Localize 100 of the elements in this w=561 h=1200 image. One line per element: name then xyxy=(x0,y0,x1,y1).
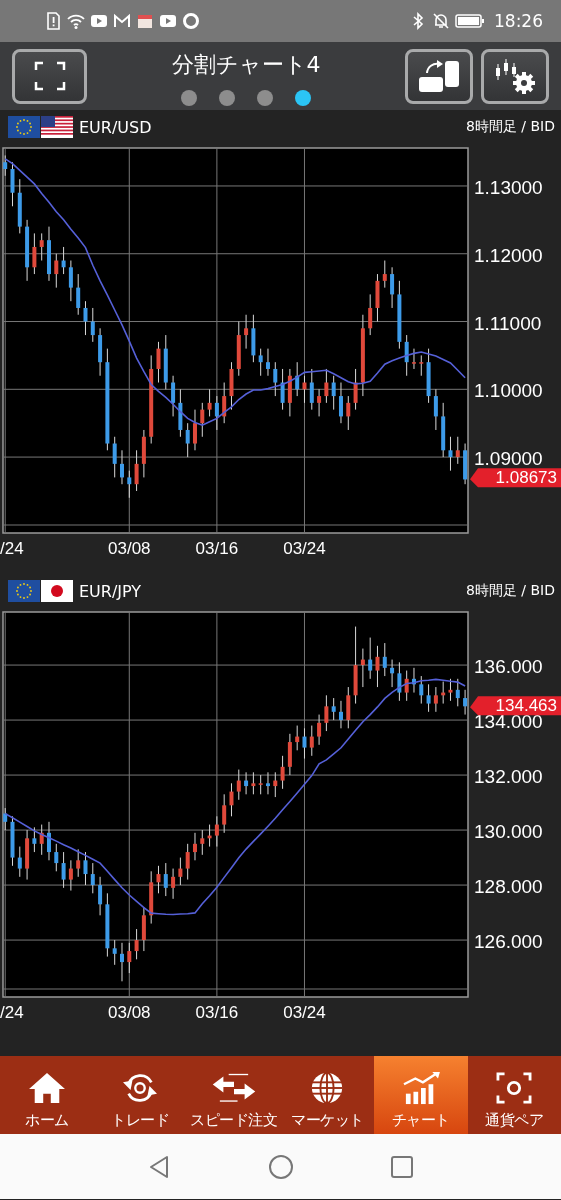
candlestick xyxy=(222,382,227,424)
nav-tab[interactable]: ホーム xyxy=(0,1056,94,1134)
candlestick xyxy=(360,648,365,688)
axis-label: 1.13000 xyxy=(474,176,543,198)
candlestick xyxy=(120,449,124,485)
axis-label: /24 xyxy=(0,539,24,558)
candlestick xyxy=(193,409,197,451)
candlestick xyxy=(17,846,22,878)
candlestick xyxy=(441,681,446,705)
candlestick xyxy=(448,678,453,702)
candlestick xyxy=(76,273,81,316)
candlestick xyxy=(127,470,132,499)
home-circle-icon[interactable] xyxy=(267,1153,294,1180)
chart-settings-button[interactable] xyxy=(481,48,549,104)
price-badge: 134.463 xyxy=(470,696,561,716)
axis-label: 03/08 xyxy=(108,539,151,558)
candlestick xyxy=(134,928,139,960)
candlestick xyxy=(251,771,256,795)
candlestick xyxy=(156,341,161,383)
candlestick xyxy=(214,815,219,848)
candlestick xyxy=(404,334,409,377)
candlestick xyxy=(68,260,73,302)
candlestick xyxy=(324,694,329,732)
nav-tab[interactable]: トレード xyxy=(93,1056,187,1134)
wifi-icon xyxy=(67,12,85,30)
candlestick xyxy=(302,375,307,404)
arrows-icon xyxy=(210,1071,257,1105)
axis-label: 03/08 xyxy=(108,1003,151,1022)
candlestick xyxy=(463,443,468,485)
candlestick xyxy=(171,375,176,417)
candlestick xyxy=(163,334,168,390)
axis-label: 03/24 xyxy=(283,1003,326,1022)
play-icon xyxy=(159,12,177,30)
rotate-button[interactable] xyxy=(405,48,473,104)
candlestick xyxy=(193,832,197,861)
recents-icon[interactable] xyxy=(388,1153,415,1180)
candlestick xyxy=(149,870,154,925)
sim-alert-icon xyxy=(44,12,62,30)
candlestick xyxy=(10,815,15,867)
candlestick xyxy=(105,892,110,958)
candlestick xyxy=(185,843,190,881)
axis-label: 03/16 xyxy=(195,1003,239,1022)
candlestick xyxy=(185,422,190,458)
candlestick xyxy=(120,942,124,982)
candlestick xyxy=(17,178,22,234)
currency-pair: EUR/JPY xyxy=(79,581,142,601)
candlestick xyxy=(39,824,44,856)
screen-title: 分割チャート4 xyxy=(171,51,321,79)
candlestick xyxy=(375,273,380,322)
candlestick xyxy=(448,436,453,472)
candlestick xyxy=(222,793,227,834)
page-dot[interactable] xyxy=(257,90,273,106)
nav-tab[interactable]: マーケット xyxy=(280,1056,374,1134)
timeframe-label: 8時間足 / BID xyxy=(465,118,555,136)
axis-label: 1.10000 xyxy=(474,380,543,402)
bell-off-icon xyxy=(432,12,450,30)
candlestick xyxy=(83,851,88,886)
candlestick xyxy=(47,821,51,861)
candlestick xyxy=(178,388,183,438)
nav-tab[interactable]: スピード注文 xyxy=(187,1056,281,1134)
candlestick xyxy=(317,388,322,417)
candlestick xyxy=(295,725,300,751)
axis-label: 1.09000 xyxy=(474,448,543,470)
candlestick xyxy=(3,807,8,831)
timeframe-label: 8時間足 / BID xyxy=(465,582,555,600)
candlestick xyxy=(368,637,373,680)
candlestick xyxy=(331,697,336,721)
candlestick xyxy=(25,219,30,282)
us-flag-icon xyxy=(41,116,73,138)
candlestick xyxy=(375,645,380,688)
candlestick xyxy=(25,829,30,881)
candlestick xyxy=(309,725,314,757)
candlestick xyxy=(382,260,387,289)
page-dot[interactable] xyxy=(295,90,311,106)
candlestick xyxy=(156,865,161,894)
candlestick xyxy=(54,253,59,289)
candlestick xyxy=(207,388,212,417)
page-dot[interactable] xyxy=(219,90,235,106)
japan-flag-icon xyxy=(41,580,73,602)
nav-tab[interactable]: 通貨ペア xyxy=(467,1056,561,1134)
candlestick xyxy=(236,769,241,801)
candlestick xyxy=(397,661,402,702)
candlestick xyxy=(3,154,8,177)
candlestick xyxy=(134,449,139,492)
candlestick xyxy=(273,361,278,397)
candlestick xyxy=(90,862,95,894)
page-dot[interactable] xyxy=(181,90,197,106)
nav-tab[interactable]: チャート xyxy=(374,1056,468,1134)
candlestick xyxy=(258,774,263,795)
axis-label: 130.000 xyxy=(474,821,543,843)
candlestick xyxy=(412,348,416,370)
candlestick xyxy=(390,266,395,309)
candlestick xyxy=(404,670,409,702)
candlestick xyxy=(382,642,387,677)
candlestick xyxy=(433,388,438,431)
candlestick xyxy=(390,659,395,688)
candlestick xyxy=(112,436,117,478)
axis-label: /24 xyxy=(0,1003,24,1022)
fullscreen-button[interactable] xyxy=(12,48,87,104)
candlestick xyxy=(317,714,322,746)
